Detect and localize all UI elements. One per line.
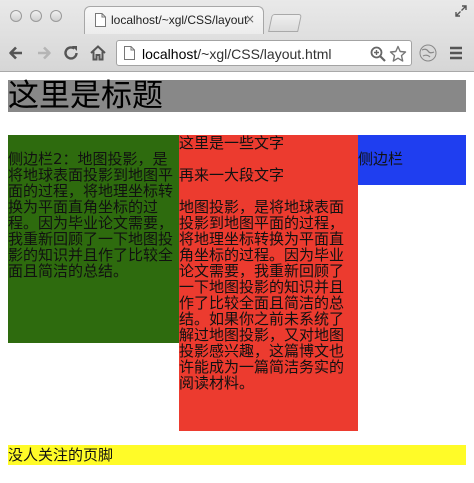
toolbar: localhost/~xgl/CSS/layout.html	[0, 34, 474, 72]
page-title: 这里是标题	[8, 78, 163, 114]
tab-close-icon[interactable]: ×	[245, 12, 255, 26]
menu-icon[interactable]	[446, 43, 466, 63]
sidebar-2-text: 侧边栏2：地图投影，是将地球表面投影到地图平面的过程，将地理坐标转换为平面直角坐…	[8, 150, 174, 280]
minimize-window-icon[interactable]	[30, 10, 42, 22]
page-icon	[124, 46, 135, 60]
content-paragraph-2: 再来一大段文字	[179, 166, 285, 184]
title-bar: localhost/~xgl/CSS/layout ×	[0, 0, 474, 34]
content-paragraph-1: 这里是一些文字	[179, 134, 285, 152]
tab-title: localhost/~xgl/CSS/layout	[111, 13, 248, 27]
reload-icon[interactable]	[61, 43, 81, 63]
fullscreen-icon[interactable]	[454, 4, 468, 18]
globe-icon[interactable]	[418, 43, 438, 63]
forward-arrow-icon[interactable]	[34, 43, 54, 63]
sidebar-1: 侧边栏	[358, 135, 466, 185]
sidebar-2: 侧边栏2：地图投影，是将地球表面投影到地图平面的过程，将地理坐标转换为平面直角坐…	[8, 135, 179, 343]
footer-text: 没人关注的页脚	[8, 446, 114, 464]
page-icon	[95, 13, 106, 27]
sidebar-1-text: 侧边栏	[358, 150, 404, 168]
page-footer: 没人关注的页脚	[8, 445, 466, 465]
main-content: 这里是一些文字 再来一大段文字 地图投影，是将地球表面投影到地图平面的过程，将地…	[179, 135, 358, 431]
back-arrow-icon[interactable]	[6, 43, 26, 63]
browser-chrome: localhost/~xgl/CSS/layout × localhost/~x	[0, 0, 474, 72]
close-window-icon[interactable]	[10, 10, 22, 22]
url-path: /~xgl/CSS/layout.html	[197, 46, 332, 62]
zoom-window-icon[interactable]	[50, 10, 62, 22]
magnifier-icon[interactable]	[369, 45, 387, 63]
star-icon[interactable]	[389, 45, 407, 63]
tab-active[interactable]: localhost/~xgl/CSS/layout ×	[84, 6, 264, 34]
home-icon[interactable]	[88, 43, 108, 63]
page-header: 这里是标题	[8, 80, 466, 112]
url-host: localhost	[142, 46, 198, 62]
web-page-content: 这里是标题 侧边栏2：地图投影，是将地球表面投影到地图平面的过程，将地理坐标转换…	[0, 72, 474, 483]
content-paragraph-3: 地图投影，是将地球表面投影到地图平面的过程，将地理坐标转换为平面直角坐标的过程。…	[179, 198, 345, 392]
new-tab-button[interactable]	[268, 14, 302, 32]
url-text: localhost/~xgl/CSS/layout.html	[142, 46, 332, 62]
address-bar[interactable]: localhost/~xgl/CSS/layout.html	[116, 40, 412, 66]
